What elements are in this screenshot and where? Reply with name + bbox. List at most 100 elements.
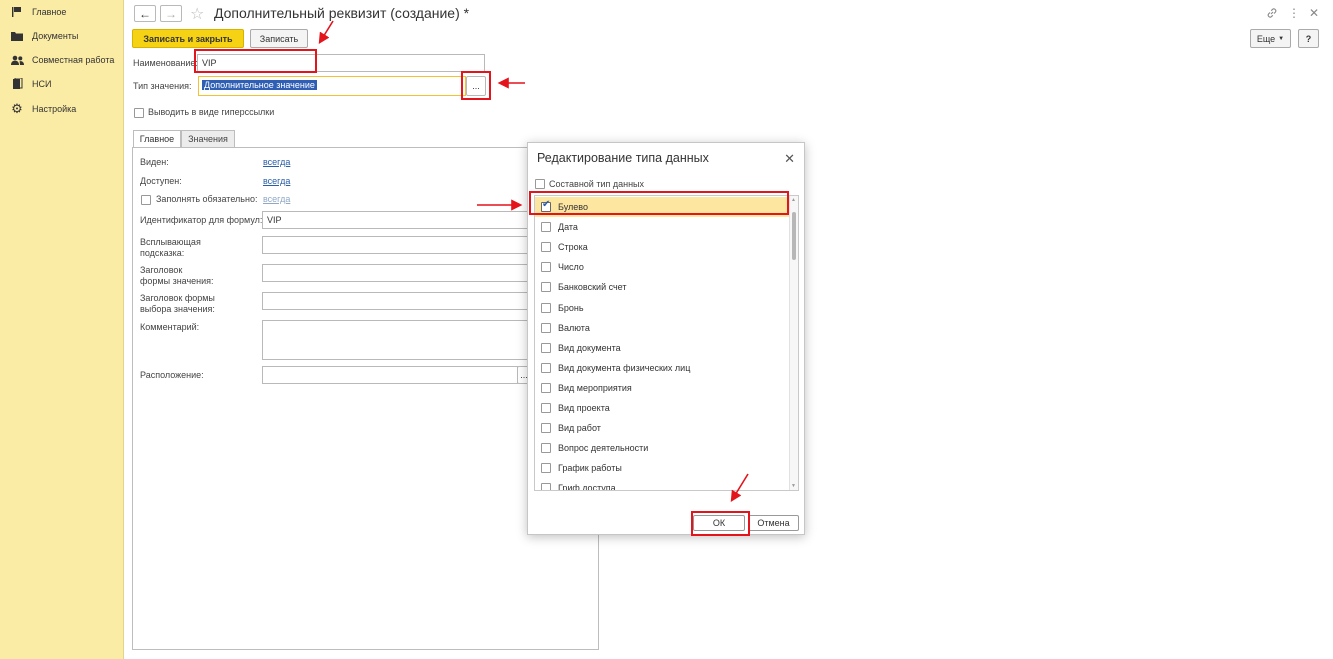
sidebar-item-label: НСИ [32, 79, 52, 89]
back-button[interactable]: ← [134, 5, 156, 22]
type-value-text: Дополнительное значение [202, 80, 317, 90]
type-option[interactable]: Гриф доступа [535, 478, 790, 490]
dialog-title: Редактирование типа данных [537, 151, 709, 165]
save-and-close-button[interactable]: Записать и закрыть [132, 29, 244, 48]
hyperlink-label: Выводить в виде гиперссылки [148, 107, 275, 117]
arrow-right-icon: → [165, 6, 177, 21]
type-option-label: Вид мероприятия [558, 382, 632, 393]
type-list-scrollbar[interactable]: ▲ ▼ [789, 196, 798, 490]
scroll-down-icon[interactable]: ▼ [791, 483, 796, 489]
type-option-checkbox[interactable] [541, 382, 551, 393]
formula-id-input[interactable]: VIP [262, 211, 530, 229]
required-link[interactable]: всегда [263, 194, 290, 204]
sidebar-item-label: Настройка [32, 104, 77, 114]
type-option[interactable]: Вид работ [535, 418, 790, 438]
type-option-label: Дата [558, 222, 578, 233]
type-option-label: Вид документа физических лиц [558, 362, 691, 373]
type-option-checkbox[interactable] [541, 322, 551, 333]
hyperlink-checkbox[interactable] [134, 108, 144, 118]
type-value-input[interactable]: Дополнительное значение [198, 76, 466, 96]
type-option-label: Число [558, 262, 584, 273]
type-option-label: Валюта [558, 322, 590, 333]
type-option-checkbox[interactable] [541, 483, 551, 490]
location-input[interactable] [262, 366, 518, 384]
edit-data-type-dialog: Редактирование типа данных ✕ Составной т… [527, 142, 805, 536]
type-option[interactable]: Бронь [535, 298, 790, 318]
type-option[interactable]: Валюта [535, 318, 790, 338]
forward-button[interactable]: → [160, 5, 182, 22]
arrow-to-name-field [318, 20, 334, 45]
save-button[interactable]: Записать [250, 29, 308, 48]
comment-textarea[interactable] [262, 320, 530, 360]
required-checkbox[interactable] [141, 195, 151, 205]
type-option-checkbox[interactable] [541, 302, 551, 313]
type-option[interactable]: График работы [535, 458, 790, 478]
folder-icon [10, 29, 24, 43]
name-label: Наименование: [133, 58, 198, 68]
ok-button[interactable]: ОК [693, 515, 745, 531]
tooltip-input[interactable] [262, 236, 530, 254]
type-option[interactable]: Вопрос деятельности [535, 438, 790, 458]
page-title: Дополнительный реквизит (создание) * [214, 5, 470, 21]
tab-main[interactable]: Главное [133, 130, 181, 148]
more-button[interactable]: Еще ▼ [1250, 29, 1291, 48]
type-option-checkbox[interactable]: ✔ [541, 199, 551, 212]
scrollbar-thumb[interactable] [792, 212, 796, 260]
sidebar: Главное Документы Совместная работа НСИ … [0, 0, 124, 659]
cancel-button[interactable]: Отмена [748, 515, 799, 531]
type-option[interactable]: Число [535, 257, 790, 277]
type-option-label: Строка [558, 242, 588, 253]
type-option-checkbox[interactable] [541, 443, 551, 454]
name-input[interactable]: VIP [197, 54, 485, 72]
tab-values[interactable]: Значения [181, 130, 235, 148]
available-link[interactable]: всегда [263, 176, 290, 186]
type-option-checkbox[interactable] [541, 262, 551, 273]
type-option-label: Вид работ [558, 423, 601, 434]
chevron-down-icon: ▼ [1278, 35, 1285, 42]
type-option-checkbox[interactable] [541, 423, 551, 434]
form-title-input[interactable] [262, 264, 530, 282]
choice-title-input[interactable] [262, 292, 530, 310]
more-vertical-icon[interactable]: ⋮ [1287, 6, 1301, 20]
type-option[interactable]: Вид документа [535, 338, 790, 358]
sidebar-item-settings[interactable]: ⚙ Настройка [10, 100, 122, 118]
dialog-close-icon[interactable]: ✕ [784, 151, 795, 167]
type-select-button[interactable]: ... [466, 76, 486, 96]
favorite-star-icon[interactable]: ☆ [190, 4, 204, 24]
type-option-checkbox[interactable] [541, 362, 551, 373]
type-option[interactable]: Вид мероприятия [535, 378, 790, 398]
type-option-label: Банковский счет [558, 282, 627, 293]
type-option-checkbox[interactable] [541, 242, 551, 253]
type-option[interactable]: Вид проекта [535, 398, 790, 418]
type-option-checkbox[interactable] [541, 282, 551, 293]
required-label: Заполнять обязательно: [156, 194, 258, 204]
type-option-label: Вид проекта [558, 403, 610, 413]
scroll-up-icon[interactable]: ▲ [791, 197, 796, 203]
close-icon[interactable]: ✕ [1307, 6, 1321, 20]
sidebar-item-collaboration[interactable]: Совместная работа [10, 51, 122, 69]
form-title-label-line2: формы значения: [140, 276, 214, 286]
formula-id-label: Идентификатор для формул: [140, 215, 263, 225]
type-list[interactable]: ✔ Булево Дата Строка Число Банковский счет Бро… [534, 195, 799, 491]
flag-icon [10, 5, 24, 19]
users-icon [10, 53, 24, 67]
type-option-label: Вопрос деятельности [558, 443, 649, 454]
composite-type-checkbox[interactable] [535, 179, 545, 189]
type-option[interactable]: ✔ Булево [535, 197, 790, 217]
more-label: Еще [1256, 33, 1276, 44]
type-option-checkbox[interactable] [541, 222, 551, 233]
type-option[interactable]: Вид документа физических лиц [535, 358, 790, 378]
choice-title-label-line1: Заголовок формы [140, 293, 215, 303]
sidebar-item-documents[interactable]: Документы [10, 27, 122, 45]
sidebar-item-nsi[interactable]: НСИ [10, 75, 122, 93]
visible-link[interactable]: всегда [263, 157, 290, 167]
type-option-checkbox[interactable] [541, 463, 551, 474]
type-option-checkbox[interactable] [541, 342, 551, 353]
sidebar-item-main[interactable]: Главное [10, 3, 122, 21]
type-option[interactable]: Банковский счет [535, 277, 790, 297]
type-option-checkbox[interactable] [541, 403, 551, 413]
link-icon[interactable] [1265, 6, 1279, 20]
help-button[interactable]: ? [1298, 29, 1319, 48]
type-option[interactable]: Дата [535, 217, 790, 237]
type-option[interactable]: Строка [535, 237, 790, 257]
